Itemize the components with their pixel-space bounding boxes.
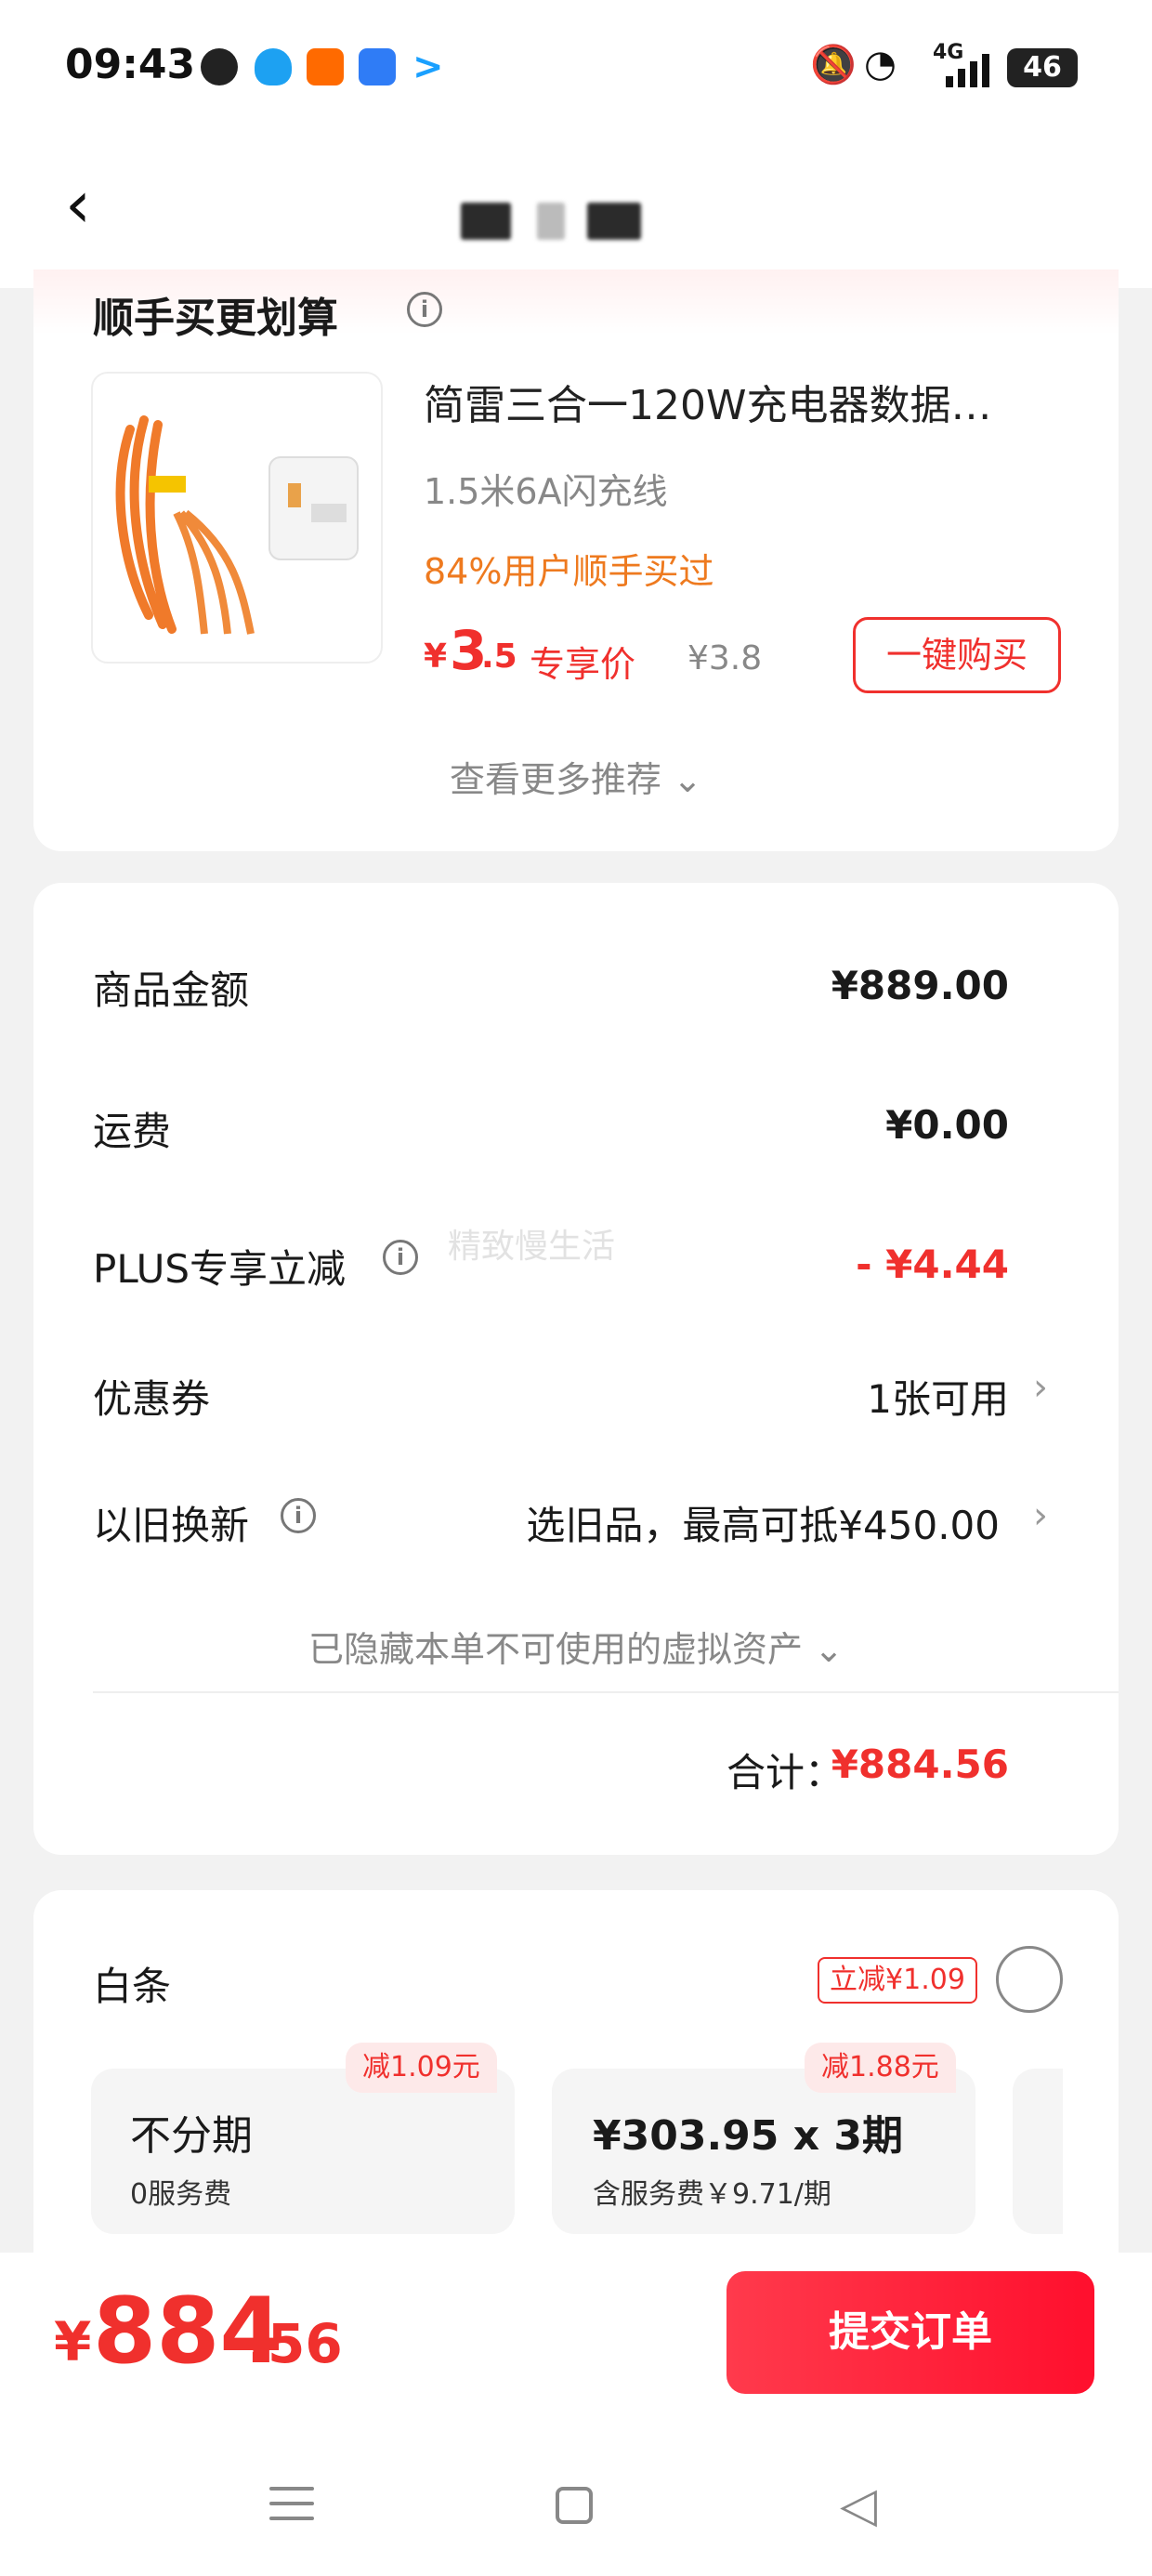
coupon-label[interactable]: 优惠券 bbox=[93, 1368, 210, 1425]
bottom-total-symbol: ¥ bbox=[54, 2310, 92, 2373]
product-thumbnail[interactable] bbox=[91, 372, 383, 664]
chevron-right-icon[interactable]: › bbox=[1033, 1366, 1048, 1409]
watermark: 精致慢生活 bbox=[448, 1228, 616, 1266]
bottom-total-decimal: .56 bbox=[247, 2312, 343, 2375]
plan-subtitle: 0服务费 bbox=[130, 2178, 232, 2211]
submit-order-button[interactable]: 提交订单 bbox=[727, 2271, 1094, 2394]
price-decimal: .5 bbox=[481, 637, 517, 676]
product-social-proof: 84%用户顺手买过 bbox=[424, 551, 714, 592]
redacted-title bbox=[461, 203, 511, 240]
wechat-icon bbox=[201, 48, 238, 85]
plan-title: ¥303.95 x 3期 bbox=[593, 2112, 904, 2160]
exclusive-price-label: 专享价 bbox=[530, 644, 636, 685]
battery-icon: 46 bbox=[1007, 48, 1078, 87]
arrow-app-icon: > bbox=[412, 46, 444, 88]
chevron-right-icon[interactable]: › bbox=[1033, 1494, 1048, 1537]
more-recommendations-link[interactable]: 查看更多推荐 ⌄ bbox=[0, 751, 1152, 802]
wifi-icon: ◔ bbox=[864, 43, 897, 85]
redacted-title bbox=[587, 203, 641, 240]
menu-icon[interactable] bbox=[269, 2487, 314, 2524]
plan-discount-tag: 减1.88元 bbox=[805, 2043, 956, 2093]
info-icon[interactable]: i bbox=[281, 1498, 316, 1533]
taobao-icon bbox=[307, 48, 344, 85]
calendar-icon bbox=[359, 48, 396, 85]
mute-icon: 🔕 bbox=[810, 44, 857, 86]
trade-in-label[interactable]: 以旧换新 bbox=[93, 1494, 249, 1551]
shipping-label: 运费 bbox=[93, 1109, 172, 1154]
back-icon[interactable]: ‹ bbox=[65, 167, 111, 242]
plus-discount-value: - ¥4.44 bbox=[856, 1242, 1009, 1287]
item-amount-label: 商品金额 bbox=[93, 967, 250, 1013]
total-label: 合计： bbox=[727, 1750, 844, 1795]
payment-discount-badge: 立减¥1.09 bbox=[818, 1957, 977, 2004]
divider bbox=[93, 1691, 1119, 1693]
info-icon[interactable]: i bbox=[407, 292, 442, 327]
plus-discount-label: PLUS专享立减 bbox=[93, 1246, 347, 1292]
original-price: ¥3.8 bbox=[687, 639, 763, 677]
product-title[interactable]: 简雷三合一120W充电器数据… bbox=[424, 372, 992, 431]
shipping-value: ¥0.00 bbox=[885, 1102, 1009, 1148]
payment-method-label[interactable]: 白条 bbox=[93, 1955, 171, 2012]
item-amount-value: ¥889.00 bbox=[831, 963, 1009, 1008]
plan-title: 不分期 bbox=[130, 2112, 253, 2160]
plan-subtitle: 含服务费￥9.71/期 bbox=[593, 2178, 831, 2211]
coupon-value[interactable]: 1张可用 bbox=[867, 1368, 1009, 1425]
total-value: ¥884.56 bbox=[831, 1741, 1009, 1787]
signal-icon bbox=[946, 54, 990, 87]
product-spec: 1.5米6A闪充线 bbox=[424, 471, 668, 512]
plan-discount-tag: 减1.09元 bbox=[346, 2043, 497, 2093]
nav-header bbox=[0, 139, 1152, 288]
qq-icon bbox=[255, 48, 292, 85]
payment-radio[interactable] bbox=[996, 1946, 1063, 2013]
recommendation-title: 顺手买更划算 bbox=[93, 295, 338, 342]
home-icon[interactable] bbox=[556, 2487, 593, 2524]
hidden-assets-link[interactable]: 已隐藏本单不可使用的虚拟资产 ⌄ bbox=[0, 1621, 1152, 1672]
price-symbol: ¥ bbox=[424, 637, 448, 676]
trade-in-value[interactable]: 选旧品，最高可抵¥450.00 bbox=[526, 1494, 1000, 1551]
back-triangle-icon[interactable]: ◁ bbox=[840, 2481, 877, 2530]
installment-option-more[interactable] bbox=[1013, 2069, 1063, 2234]
redacted-title bbox=[537, 203, 565, 240]
one-click-buy-button[interactable]: 一键购买 bbox=[853, 617, 1061, 693]
info-icon[interactable]: i bbox=[383, 1240, 418, 1275]
status-time: 09:43 bbox=[65, 41, 196, 88]
